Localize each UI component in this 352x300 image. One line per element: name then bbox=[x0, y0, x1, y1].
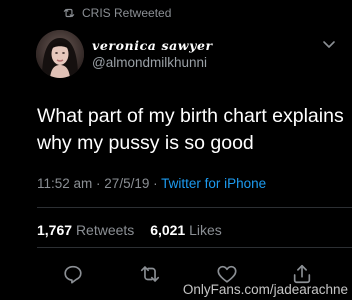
likes-label[interactable]: Likes bbox=[189, 222, 222, 238]
divider bbox=[37, 207, 352, 208]
retweet-banner[interactable]: CRIS Retweeted bbox=[62, 5, 171, 21]
avatar[interactable] bbox=[36, 30, 84, 78]
divider bbox=[37, 247, 352, 248]
reply-button[interactable] bbox=[62, 263, 84, 285]
watermark: OnlyFans.com/jadearachne bbox=[182, 282, 348, 297]
tweet-time: 11:52 am bbox=[37, 176, 93, 191]
retweet-banner-text: CRIS Retweeted bbox=[82, 6, 172, 20]
meta-separator: · bbox=[149, 176, 162, 191]
tweet-text: What part of my birth chart explains why… bbox=[37, 105, 344, 154]
tweet-meta: 11:52 am · 27/5/19 · Twitter for iPhone bbox=[37, 176, 266, 191]
tweet-stats: 1,767 Retweets 6,021 Likes bbox=[37, 222, 234, 238]
retweet-icon bbox=[140, 266, 160, 282]
retweet-button[interactable] bbox=[139, 263, 161, 285]
tweet-date: 27/5/19 bbox=[104, 176, 150, 191]
author-display-name[interactable]: veronica sawyer bbox=[92, 38, 213, 53]
tweet-source-link[interactable]: Twitter for iPhone bbox=[161, 176, 266, 191]
reply-icon bbox=[64, 265, 82, 284]
avatar-image bbox=[36, 30, 84, 78]
author-handle[interactable]: @almondmilkhunni bbox=[92, 55, 207, 70]
retweet-icon bbox=[63, 8, 75, 18]
tweet-screenshot: CRIS Retweeted veronica sawyer @almondmi… bbox=[0, 0, 352, 300]
likes-count[interactable]: 6,021 bbox=[150, 222, 185, 238]
retweets-label[interactable]: Retweets bbox=[76, 222, 134, 238]
chevron-down-icon[interactable] bbox=[322, 40, 336, 50]
retweets-count[interactable]: 1,767 bbox=[37, 222, 72, 238]
meta-separator: · bbox=[92, 176, 105, 191]
